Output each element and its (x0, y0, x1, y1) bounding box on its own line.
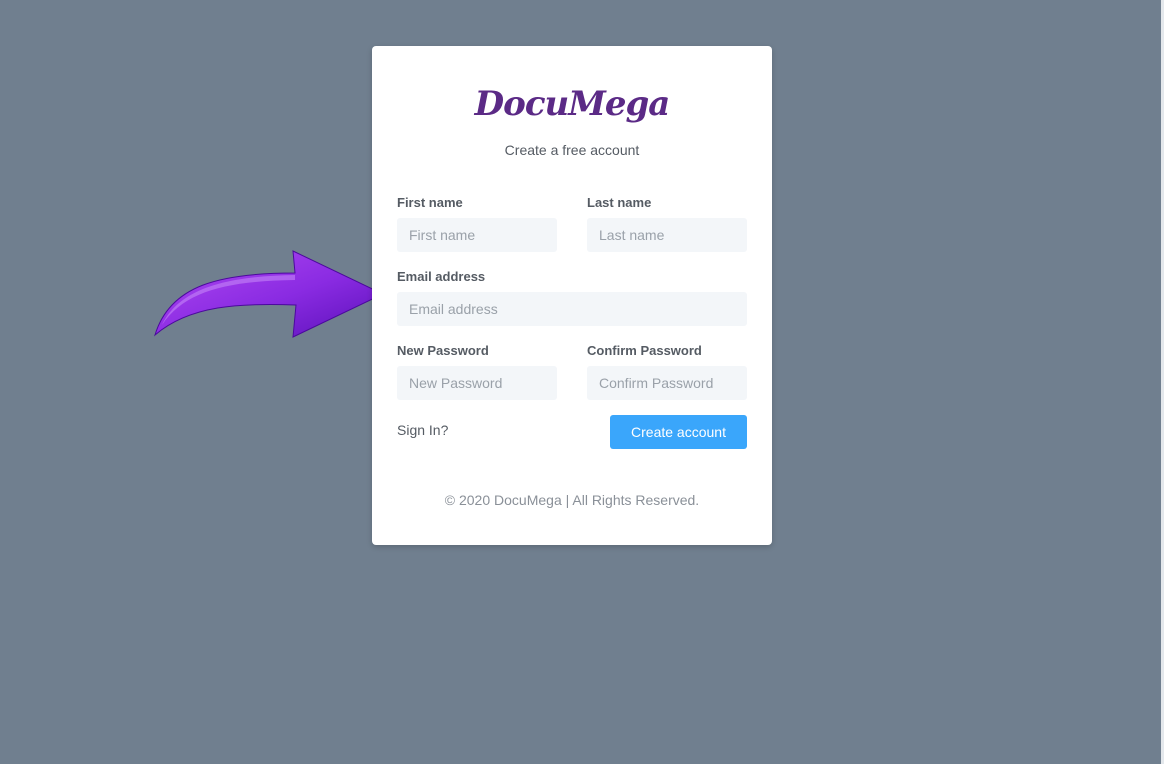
signup-card: DocuMega Create a free account First nam… (372, 46, 772, 545)
first-name-input[interactable] (397, 218, 557, 252)
create-account-button[interactable]: Create account (610, 415, 747, 449)
first-name-label: First name (397, 195, 463, 210)
last-name-label: Last name (587, 195, 652, 210)
new-password-label: New Password (397, 343, 489, 358)
confirm-password-label: Confirm Password (587, 343, 702, 358)
copyright-footer: © 2020 DocuMega | All Rights Reserved. (444, 492, 700, 508)
documega-logo: DocuMega (474, 84, 671, 124)
arrow-right-icon (154, 250, 385, 338)
last-name-input[interactable] (587, 218, 747, 252)
page-subtitle: Create a free account (504, 142, 640, 158)
confirm-password-input[interactable] (587, 366, 747, 400)
email-label: Email address (397, 269, 486, 284)
sign-in-link[interactable]: Sign In? (397, 422, 448, 438)
new-password-input[interactable] (397, 366, 557, 400)
email-input[interactable] (397, 292, 747, 326)
